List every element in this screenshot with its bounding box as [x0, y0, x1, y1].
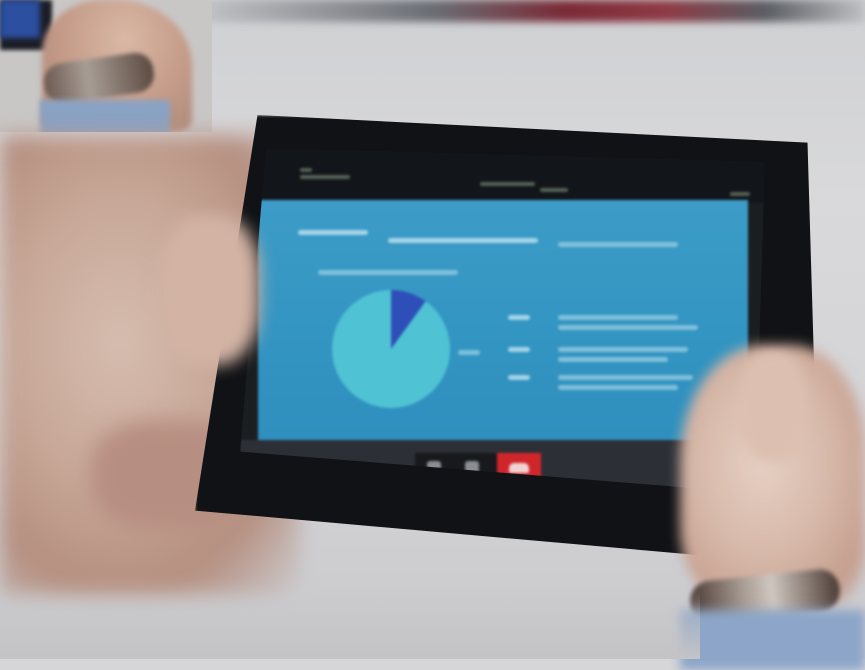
- inset-shirt-cuff: [40, 100, 170, 132]
- topbar-text-blur: [300, 175, 350, 179]
- shirt-cuff: [680, 610, 865, 670]
- slide-text-blur: [558, 242, 678, 247]
- slide-text-blur: [318, 270, 458, 275]
- slide-text-blur: [298, 230, 368, 235]
- slide-text-blur: [558, 347, 688, 352]
- slide-text-blur: [558, 375, 693, 380]
- left-thumb: [160, 215, 260, 365]
- slide-text-blur: [558, 315, 678, 320]
- end-call-icon: [509, 463, 529, 473]
- background-objects: [200, 0, 865, 22]
- pie-chart: [332, 290, 450, 408]
- topbar-text-blur: [300, 168, 312, 172]
- right-thumb: [738, 352, 808, 462]
- slide-text-blur: [508, 375, 530, 380]
- slide-text-blur: [558, 357, 668, 362]
- inset-screen-glow: [0, 0, 40, 38]
- slide-text-blur: [508, 347, 530, 352]
- topbar-text-blur: [540, 188, 568, 192]
- topbar-text-blur: [480, 182, 535, 186]
- slide-text-blur: [558, 325, 698, 330]
- slide-text-blur: [458, 350, 480, 355]
- topbar-text-blur: [730, 192, 750, 196]
- inset-photo: [0, 0, 212, 132]
- slide-text-blur: [388, 238, 538, 243]
- slide-text-blur: [558, 385, 678, 390]
- table-shadow: [0, 590, 700, 659]
- slide-text-blur: [508, 315, 530, 320]
- shared-slide: [258, 200, 748, 440]
